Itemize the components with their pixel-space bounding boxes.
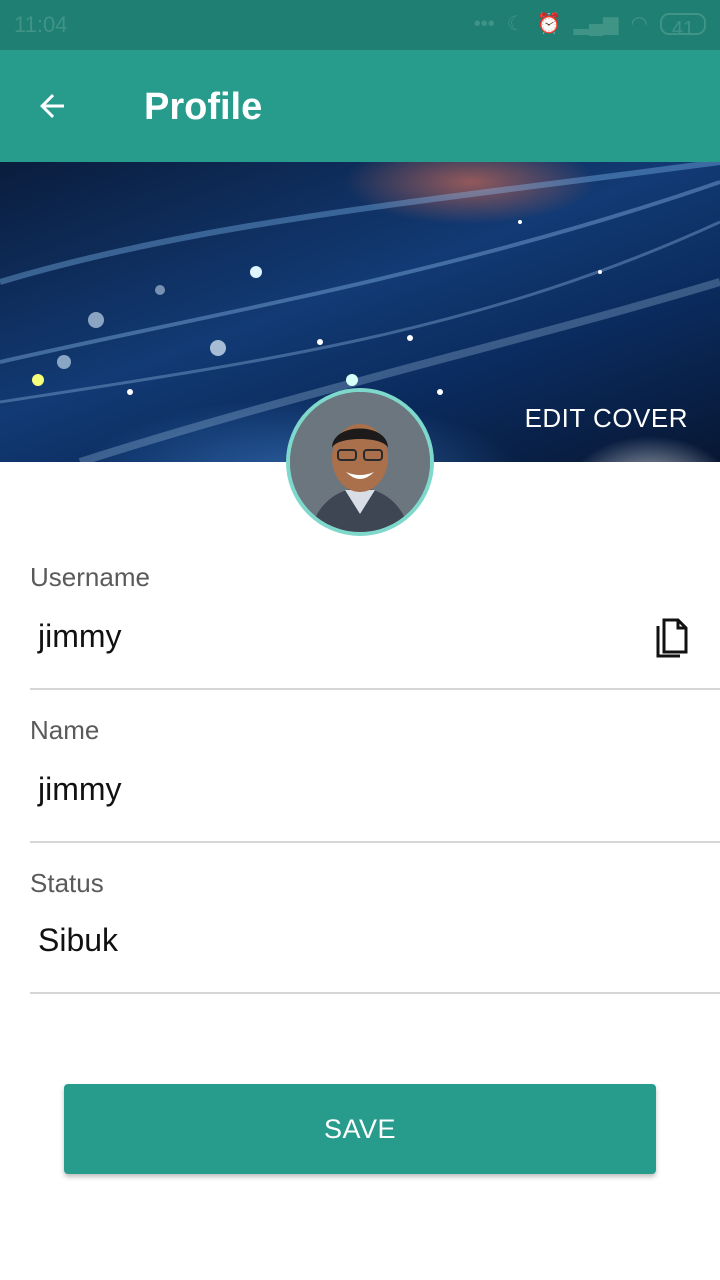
moon-icon: ☾ bbox=[506, 13, 525, 35]
name-divider bbox=[30, 841, 720, 843]
avatar[interactable] bbox=[286, 388, 434, 536]
edit-cover-button[interactable]: EDIT COVER bbox=[525, 403, 688, 434]
username-divider bbox=[30, 688, 720, 690]
arrow-left-icon bbox=[40, 94, 64, 118]
username-label: Username bbox=[30, 562, 150, 592]
page-title: Profile bbox=[144, 86, 263, 128]
copy-button[interactable] bbox=[652, 616, 692, 660]
status-divider bbox=[30, 992, 720, 994]
name-field: Name jimmy bbox=[30, 715, 720, 843]
name-label: Name bbox=[30, 715, 100, 745]
status-field: Status Sibuk bbox=[30, 868, 720, 994]
name-value[interactable]: jimmy bbox=[38, 771, 122, 808]
avatar-image bbox=[290, 392, 430, 532]
username-field: Username jimmy bbox=[30, 562, 720, 690]
username-value[interactable]: jimmy bbox=[38, 618, 122, 655]
status-icons: ••• ☾ ⏰ ▂▄▆ ◠ 41 bbox=[473, 10, 706, 40]
dots-icon: ••• bbox=[473, 13, 495, 35]
battery-indicator: 41 bbox=[660, 13, 706, 40]
wifi-icon: ◠ bbox=[630, 13, 648, 35]
save-button[interactable]: SAVE bbox=[64, 1084, 656, 1174]
alarm-icon: ⏰ bbox=[536, 13, 562, 35]
status-time: 11:04 bbox=[14, 12, 68, 37]
copy-icon bbox=[656, 618, 688, 658]
back-button[interactable] bbox=[26, 80, 78, 132]
app-bar: Profile bbox=[0, 50, 720, 162]
status-label: Status bbox=[30, 868, 104, 898]
status-value[interactable]: Sibuk bbox=[38, 922, 118, 959]
status-bar: 11:04 ••• ☾ ⏰ ▂▄▆ ◠ 41 bbox=[0, 0, 720, 50]
signal-icon: ▂▄▆ bbox=[573, 13, 619, 35]
